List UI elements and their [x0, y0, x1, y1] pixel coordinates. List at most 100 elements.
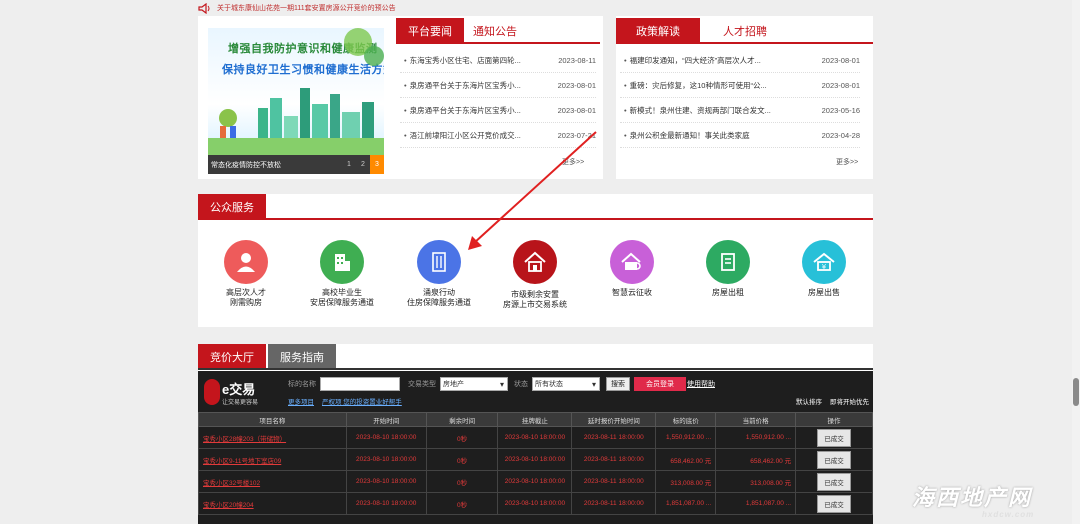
deal-closed-button[interactable]: 已成交: [817, 472, 851, 491]
house-icon[interactable]: [513, 240, 557, 284]
slide-image[interactable]: 增强自我防护意识和健康监测 保持良好卫生习惯和健康生活方式: [208, 28, 384, 155]
action-cell: 已成交: [795, 470, 873, 493]
policy-item-title[interactable]: 新模式！泉州住建、资规两部门联合发文...: [620, 105, 808, 116]
listing-end: 2023-08-10 18:00:00: [497, 492, 573, 515]
sort-default[interactable]: 默认排序: [796, 396, 822, 406]
etrade-logo: e交易 让交易更容易: [204, 377, 264, 407]
announcement-ticker[interactable]: 关于城东康仙山花苑一期111套安置房源公开竞价的预公告: [198, 0, 873, 16]
service-resettlement-trading[interactable]: 市级剩余安置 房源上市交易系统: [480, 240, 590, 310]
slide-caption[interactable]: 常态化疫情防控不放松: [208, 160, 342, 170]
public-services-title[interactable]: 公众服务: [198, 194, 266, 220]
policy-item-title[interactable]: 福建印发通知，“四大经济”高层次人才...: [620, 55, 808, 66]
project-name-link[interactable]: 宝秀小区20幢204: [198, 492, 347, 515]
remaining-time: 0秒: [425, 426, 499, 449]
news-item-title[interactable]: 浯江前埭阳江小区公开竞价成交...: [400, 130, 544, 141]
policy-item[interactable]: 福建印发通知，“四大经济”高层次人才... 2023-08-01: [620, 48, 860, 73]
service-house-rent[interactable]: 房屋出租: [673, 240, 783, 298]
type-filter-select[interactable]: 房地产: [440, 377, 508, 391]
service-label: 高校毕业生: [322, 288, 362, 297]
remaining-time: 0秒: [425, 470, 499, 493]
tab-notices[interactable]: 通知公告: [464, 18, 526, 44]
deal-closed-button[interactable]: 已成交: [817, 450, 851, 469]
news-item-title[interactable]: 东海宝秀小区住宅、店面第四轮...: [400, 55, 544, 66]
news-item[interactable]: 泉房通平台关于东海片区宝秀小... 2023-08-01: [400, 73, 596, 98]
city-skyline-illustration: [208, 28, 384, 155]
current-price: 313,008.00 元: [715, 470, 797, 493]
type-filter-label: 交易类型: [408, 381, 436, 388]
policy-item[interactable]: 泉州公积金最新通知！事关此类家庭 2023-04-28: [620, 123, 860, 148]
member-login-button[interactable]: 会员登录: [634, 377, 686, 391]
status-filter-label: 状态: [514, 381, 528, 388]
news-more-link[interactable]: 更多>>: [562, 157, 584, 167]
slide-page-3[interactable]: 3: [370, 155, 384, 174]
project-name-link[interactable]: 宝秀小区32号楼102: [198, 470, 347, 493]
start-time: 2023-08-10 18:00:00: [345, 426, 427, 449]
news-item[interactable]: 浯江前埭阳江小区公开竞价成交... 2023-07-21: [400, 123, 596, 148]
news-tabs: 平台要闻 通知公告: [396, 18, 526, 44]
apartment-icon[interactable]: [417, 240, 461, 284]
policy-panel: 政策解读 人才招聘 福建印发通知，“四大经济”高层次人才... 2023-08-0…: [616, 16, 873, 179]
deal-closed-button[interactable]: 已成交: [817, 494, 851, 513]
table-row[interactable]: 宝秀小区9-11号地下室店09 2023-08-10 18:00:00 0秒 2…: [198, 448, 873, 471]
remaining-time: 0秒: [425, 448, 499, 471]
slide-page-1[interactable]: 1: [342, 155, 356, 174]
policy-item[interactable]: 新模式！泉州住建、资规两部门联合发文... 2023-05-16: [620, 98, 860, 123]
sort-upcoming-first[interactable]: 即将开始优先: [830, 396, 869, 406]
policy-more-link[interactable]: 更多>>: [836, 157, 858, 167]
page-scrollbar[interactable]: [1072, 0, 1080, 524]
tab-policy-reading[interactable]: 政策解读: [616, 18, 700, 44]
rent-icon[interactable]: [706, 240, 750, 284]
public-services-underline: [198, 218, 873, 220]
fingerprint-icon: [204, 379, 220, 405]
column-header: 剩余时间: [425, 412, 499, 427]
service-talent-housing[interactable]: 高层次人才 刚需购房: [191, 240, 301, 308]
person-icon[interactable]: [224, 240, 268, 284]
project-name-link[interactable]: 宝秀小区9-11号地下室店09: [198, 448, 347, 471]
column-header: 挂牌截止: [497, 412, 573, 427]
policy-item[interactable]: 重磅：灾后修复，这10种情形可使用“公... 2023-08-01: [620, 73, 860, 98]
status-filter-select[interactable]: 所有状态: [532, 377, 600, 391]
service-smart-expropriation[interactable]: 智慧云征收: [577, 240, 687, 298]
service-house-sale[interactable]: ¥ 房屋出售: [769, 240, 879, 298]
column-header: 延时报价开始时间: [571, 412, 657, 427]
tab-service-guide[interactable]: 服务指南: [268, 344, 336, 370]
deal-closed-button[interactable]: 已成交: [817, 428, 851, 447]
slide-page-2[interactable]: 2: [356, 155, 370, 174]
table-row[interactable]: 宝秀小区20幢204 2023-08-10 18:00:00 0秒 2023-0…: [198, 492, 873, 515]
tab-bidding-hall[interactable]: 竞价大厅: [198, 344, 266, 370]
news-item-title[interactable]: 泉房通平台关于东海片区宝秀小...: [400, 80, 544, 91]
tab-platform-news[interactable]: 平台要闻: [396, 18, 464, 44]
name-filter-input[interactable]: [320, 377, 400, 391]
policy-item-date: 2023-05-16: [821, 105, 860, 115]
news-item[interactable]: 泉房通平台关于东海片区宝秀小... 2023-08-01: [400, 98, 596, 123]
ticker-text[interactable]: 关于城东康仙山花苑一期111套安置房源公开竞价的预公告: [217, 3, 396, 13]
action-cell: 已成交: [795, 426, 873, 449]
sort-options: 默认排序 即将开始优先: [796, 396, 869, 406]
help-link[interactable]: 使用帮助: [686, 377, 716, 391]
more-projects-link[interactable]: 更多项目: [288, 396, 314, 406]
policy-item-title[interactable]: 重磅：灾后修复，这10种情形可使用“公...: [620, 80, 808, 91]
news-item[interactable]: 东海宝秀小区住宅、店面第四轮... 2023-08-11: [400, 48, 596, 73]
service-label-2: 房源上市交易系统: [503, 300, 567, 309]
service-yongquan-housing[interactable]: 涌泉行动 住房保障服务通道: [384, 240, 494, 308]
tab-recruitment[interactable]: 人才招聘: [700, 18, 790, 44]
project-name-link[interactable]: 宝秀小区28幢203（带储物）: [198, 426, 347, 449]
service-graduate-housing[interactable]: 高校毕业生 安居保障服务通道: [287, 240, 397, 308]
service-label: 高层次人才: [226, 288, 266, 297]
policy-item-title[interactable]: 泉州公积金最新通知！事关此类家庭: [620, 130, 808, 141]
table-row[interactable]: 宝秀小区32号楼102 2023-08-10 18:00:00 0秒 2023-…: [198, 470, 873, 493]
table-row[interactable]: 宝秀小区28幢203（带储物） 2023-08-10 18:00:00 0秒 2…: [198, 426, 873, 449]
building-icon[interactable]: [320, 240, 364, 284]
service-label-2: 住房保障服务通道: [407, 298, 471, 307]
column-header: 标的底价: [655, 412, 717, 427]
delay-start: 2023-08-11 18:00:00: [571, 470, 657, 493]
site-watermark: 海西地产网 hxdcw.com: [912, 480, 1034, 519]
news-item-title[interactable]: 泉房通平台关于东海片区宝秀小...: [400, 105, 544, 116]
scrollbar-thumb[interactable]: [1073, 378, 1079, 406]
promo-link[interactable]: 严权项 您的投资置业好帮手: [322, 396, 402, 406]
sale-icon[interactable]: ¥: [802, 240, 846, 284]
news-list: 东海宝秀小区住宅、店面第四轮... 2023-08-11 泉房通平台关于东海片区宝…: [400, 48, 596, 148]
news-slideshow[interactable]: 增强自我防护意识和健康监测 保持良好卫生习惯和健康生活方式 常态化疫情防控不放松…: [208, 28, 384, 174]
search-button[interactable]: 搜索: [606, 377, 630, 391]
house-search-icon[interactable]: [610, 240, 654, 284]
